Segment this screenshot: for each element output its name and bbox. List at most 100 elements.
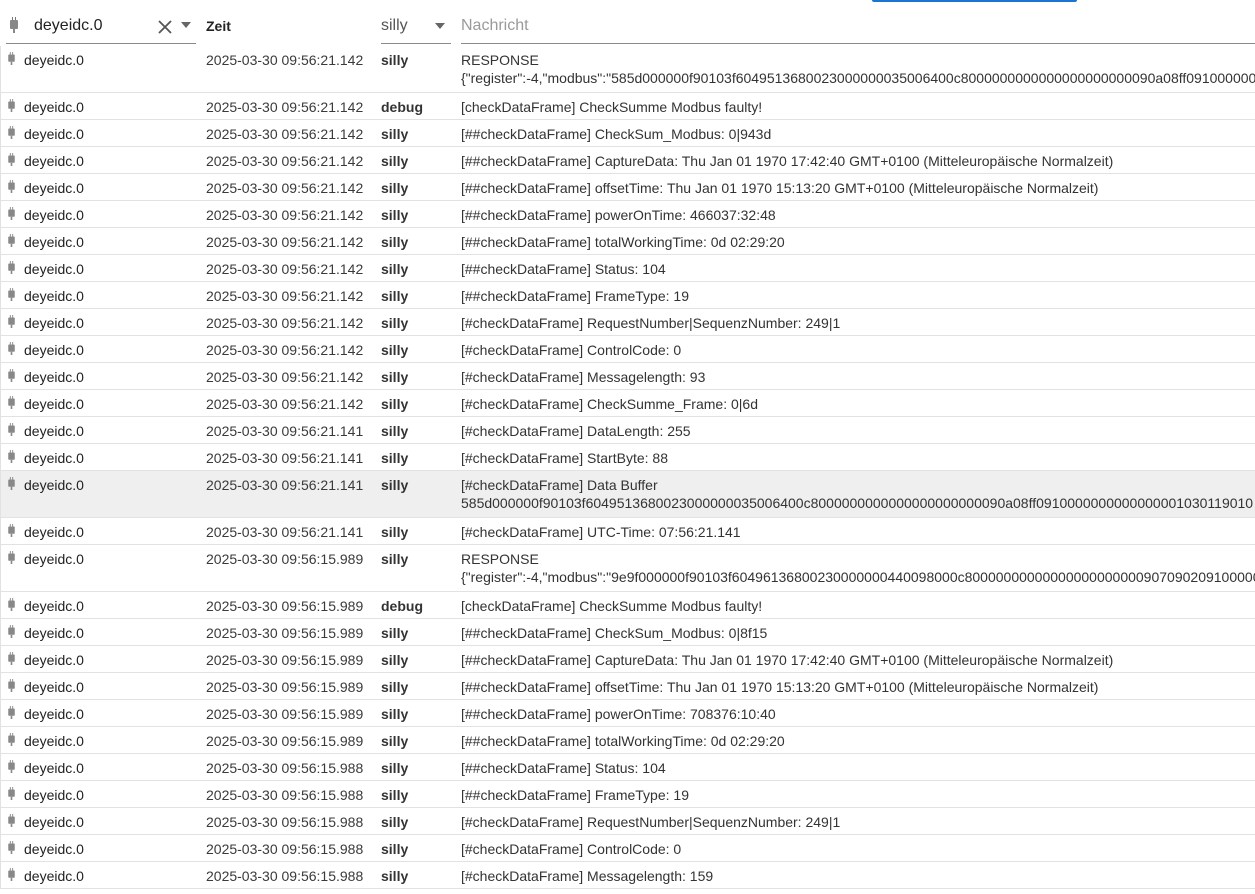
row-level: debug (381, 598, 423, 614)
row-level: silly (381, 868, 409, 884)
row-time: 2025-03-30 09:56:15.988 (206, 814, 364, 830)
message-filter-input[interactable] (461, 8, 1255, 44)
table-row[interactable]: deyeidc.0 2025-03-30 09:56:21.142 silly [##… (0, 228, 1255, 255)
adapter-filter-value: deyeidc.0 (34, 17, 103, 34)
row-adapter: deyeidc.0 (24, 369, 84, 385)
row-level: debug (381, 99, 423, 115)
row-divider (0, 201, 1, 227)
row-message: [#checkDataFrame] Messagelength: 159 (461, 868, 714, 884)
table-row[interactable]: deyeidc.0 2025-03-30 09:56:15.989 silly [##… (0, 727, 1255, 754)
table-row[interactable]: deyeidc.0 2025-03-30 09:56:21.142 silly [##… (0, 174, 1255, 201)
table-row[interactable]: deyeidc.0 2025-03-30 09:56:15.989 silly [##… (0, 646, 1255, 673)
adapter-filter-select[interactable]: deyeidc.0 (6, 8, 196, 44)
row-message: [#checkDataFrame] RequestNumber|SequenzN… (461, 814, 841, 830)
table-row[interactable]: deyeidc.0 2025-03-30 09:56:21.141 silly [#c… (0, 417, 1255, 444)
plug-icon (8, 652, 15, 665)
row-level: silly (381, 760, 409, 776)
row-time: 2025-03-30 09:56:15.989 (206, 706, 364, 722)
row-divider (0, 518, 1, 544)
row-divider (0, 673, 1, 699)
plug-icon (8, 234, 15, 247)
table-row[interactable]: deyeidc.0 2025-03-30 09:56:21.142 silly [#c… (0, 309, 1255, 336)
row-time: 2025-03-30 09:56:21.142 (206, 396, 364, 412)
chevron-down-icon[interactable] (435, 23, 445, 29)
row-adapter: deyeidc.0 (24, 234, 84, 250)
table-row[interactable]: deyeidc.0 2025-03-30 09:56:15.989 silly [##… (0, 673, 1255, 700)
time-column-header: Zeit (206, 18, 231, 34)
table-row[interactable]: deyeidc.0 2025-03-30 09:56:21.142 silly [#c… (0, 363, 1255, 390)
row-adapter: deyeidc.0 (24, 760, 84, 776)
row-adapter: deyeidc.0 (24, 153, 84, 169)
row-time: 2025-03-30 09:56:21.142 (206, 153, 364, 169)
plug-icon (8, 679, 15, 692)
row-level: silly (381, 706, 409, 722)
row-level: silly (381, 787, 409, 803)
row-message: [checkDataFrame] CheckSumme Modbus fault… (461, 99, 763, 115)
row-level: silly (381, 477, 409, 493)
level-filter-select[interactable]: silly (381, 8, 451, 44)
row-adapter: deyeidc.0 (24, 342, 84, 358)
row-level: silly (381, 288, 409, 304)
table-row[interactable]: deyeidc.0 2025-03-30 09:56:21.142 silly [##… (0, 120, 1255, 147)
row-time: 2025-03-30 09:56:21.142 (206, 315, 364, 331)
row-level: silly (381, 551, 409, 567)
table-row[interactable]: deyeidc.0 2025-03-30 09:56:21.142 silly [##… (0, 147, 1255, 174)
row-adapter: deyeidc.0 (24, 180, 84, 196)
table-row[interactable]: deyeidc.0 2025-03-30 09:56:21.142 silly [#c… (0, 390, 1255, 417)
table-row[interactable]: deyeidc.0 2025-03-30 09:56:15.989 silly [##… (0, 700, 1255, 727)
row-divider (0, 545, 1, 591)
plug-icon (8, 99, 15, 112)
table-row[interactable]: deyeidc.0 2025-03-30 09:56:21.141 silly [#c… (0, 518, 1255, 545)
table-row[interactable]: deyeidc.0 2025-03-30 09:56:15.989 silly [##… (0, 619, 1255, 646)
row-message: [##checkDataFrame] totalWorkingTime: 0d … (461, 733, 785, 749)
table-row[interactable]: deyeidc.0 2025-03-30 09:56:15.988 silly [#c… (0, 808, 1255, 835)
row-adapter: deyeidc.0 (24, 625, 84, 641)
table-row[interactable]: deyeidc.0 2025-03-30 09:56:15.988 silly [##… (0, 754, 1255, 781)
table-row[interactable]: deyeidc.0 2025-03-30 09:56:21.142 silly [##… (0, 201, 1255, 228)
table-row[interactable]: deyeidc.0 2025-03-30 09:56:21.142 silly [##… (0, 282, 1255, 309)
plug-icon (8, 207, 15, 220)
row-divider (0, 862, 1, 888)
plug-icon (8, 369, 15, 382)
table-row[interactable]: deyeidc.0 2025-03-30 09:56:21.142 debug [ch… (0, 93, 1255, 120)
plug-icon (8, 423, 15, 436)
row-adapter: deyeidc.0 (24, 207, 84, 223)
row-message: [#checkDataFrame] UTC-Time: 07:56:21.141 (461, 524, 741, 540)
row-time: 2025-03-30 09:56:21.142 (206, 288, 364, 304)
plug-icon (8, 841, 15, 854)
plug-icon (8, 126, 15, 139)
table-row[interactable]: deyeidc.0 2025-03-30 09:56:15.989 silly RES… (0, 545, 1255, 592)
plug-icon (8, 396, 15, 409)
row-level: silly (381, 841, 409, 857)
table-row[interactable]: deyeidc.0 2025-03-30 09:56:15.988 silly [#c… (0, 862, 1255, 889)
table-row[interactable]: deyeidc.0 2025-03-30 09:56:15.988 silly [##… (0, 781, 1255, 808)
row-level: silly (381, 234, 409, 250)
row-message: [checkDataFrame] CheckSumme Modbus fault… (461, 598, 763, 614)
row-adapter: deyeidc.0 (24, 315, 84, 331)
row-message: [##checkDataFrame] CaptureData: Thu Jan … (461, 652, 1114, 668)
row-level: silly (381, 652, 409, 668)
row-divider (0, 390, 1, 416)
row-adapter: deyeidc.0 (24, 787, 84, 803)
close-icon[interactable] (156, 18, 174, 36)
row-time: 2025-03-30 09:56:21.142 (206, 207, 364, 223)
row-time: 2025-03-30 09:56:15.988 (206, 841, 364, 857)
row-divider (0, 646, 1, 672)
table-row[interactable]: deyeidc.0 2025-03-30 09:56:21.142 silly RES… (0, 46, 1255, 93)
row-message: [##checkDataFrame] FrameType: 19 (461, 787, 689, 803)
table-row[interactable]: deyeidc.0 2025-03-30 09:56:21.141 silly [#c… (0, 444, 1255, 471)
table-row[interactable]: deyeidc.0 2025-03-30 09:56:21.142 silly [#c… (0, 336, 1255, 363)
row-message: [##checkDataFrame] offsetTime: Thu Jan 0… (461, 180, 1099, 196)
row-time: 2025-03-30 09:56:21.142 (206, 261, 364, 277)
table-row[interactable]: deyeidc.0 2025-03-30 09:56:15.988 silly [#c… (0, 835, 1255, 862)
row-message: [#checkDataFrame] DataLength: 255 (461, 423, 691, 439)
row-message: [##checkDataFrame] totalWorkingTime: 0d … (461, 234, 785, 250)
chevron-down-icon[interactable] (181, 22, 191, 28)
row-level: silly (381, 342, 409, 358)
table-row[interactable]: deyeidc.0 2025-03-30 09:56:15.989 debug [ch… (0, 592, 1255, 619)
row-message: [#checkDataFrame] ControlCode: 0 (461, 841, 682, 857)
row-divider (0, 808, 1, 834)
table-row[interactable]: deyeidc.0 2025-03-30 09:56:21.142 silly [##… (0, 255, 1255, 282)
row-adapter: deyeidc.0 (24, 841, 84, 857)
table-row[interactable]: deyeidc.0 2025-03-30 09:56:21.141 silly [#c… (0, 471, 1255, 518)
